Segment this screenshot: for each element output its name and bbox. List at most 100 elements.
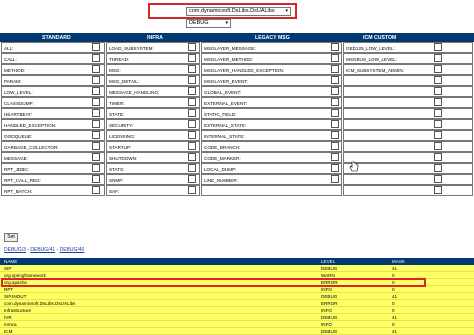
filter-checkbox[interactable] [92,131,100,139]
filter-checkbox[interactable] [331,131,339,139]
table-row[interactable]: SIP DEBUG 41 [0,265,474,272]
filter-checkbox[interactable] [188,109,196,117]
filter-checkbox[interactable] [331,109,339,117]
filter-checkbox[interactable] [434,131,442,139]
filter-row: HEARTBEAT: STATE: STATIC_FIELD: [0,108,474,119]
logger-mask: 41 [392,266,398,271]
filter-checkbox[interactable] [188,186,196,194]
filter-checkbox[interactable] [331,153,339,161]
filter-checkbox[interactable] [331,87,339,95]
filter-checkbox[interactable] [331,98,339,106]
filter-checkbox[interactable] [331,54,339,62]
table-row[interactable]: com.dynamicsoft.DsLibs.DsUALibs ERROR 0 [0,300,474,307]
filter-cell [343,130,473,141]
logger-mask: 0 [392,308,395,313]
filter-label: STATS: [109,167,125,172]
filter-row: CALL: THREAD: MSGLAYER_METHOD: MSGBUS_LOW_L… [0,53,474,64]
column-header-legacy-msg: LEGACY MSG [255,35,290,41]
table-row[interactable]: ICM DEBUG 41 [0,328,474,335]
service-select[interactable]: com.dynamicsoft.DsLibs.DsUALibs ▾ [186,7,291,16]
filter-cell: EXTERNAL_EVENT: [201,97,342,108]
filter-checkbox[interactable] [188,54,196,62]
filter-cell: HANDLED_EXCEPTION: [1,119,105,130]
logger-level: INFO [321,308,332,313]
filter-row: METHOD: MSG: MSGLAYER_HANDLED_EXCEPTION: IC… [0,64,474,75]
filter-checkbox[interactable] [434,153,442,161]
filter-row: CLASSDUMP: TIMER: EXTERNAL_EVENT: [0,97,474,108]
filter-checkbox[interactable] [434,76,442,84]
level-select[interactable]: DEBUG ▾ [186,19,231,28]
filter-label: LOAD_SUBSYSTEM: [109,46,154,51]
filter-checkbox[interactable] [434,142,442,150]
table-row[interactable]: Infrastructure INFO 0 [0,307,474,314]
filter-checkbox[interactable] [188,131,196,139]
filter-checkbox[interactable] [92,98,100,106]
filter-checkbox[interactable] [188,65,196,73]
filter-checkbox[interactable] [188,76,196,84]
filter-checkbox[interactable] [92,87,100,95]
filter-checkbox[interactable] [434,65,442,73]
filter-checkbox[interactable] [92,120,100,128]
filter-checkbox[interactable] [331,43,339,51]
filter-checkbox[interactable] [434,120,442,128]
filter-checkbox[interactable] [92,43,100,51]
filter-checkbox[interactable] [434,164,442,172]
filter-checkbox[interactable] [188,142,196,150]
filter-cell: MSGLAYER_EVENT: [201,75,342,86]
filter-checkbox[interactable] [188,98,196,106]
breadcrumb-link-3[interactable]: DEBUG/40 [60,247,85,253]
filter-cell: CLASSDUMP: [1,97,105,108]
column-header-standard: STANDARD [42,35,71,41]
table-row[interactable]: SIP.INOUT DEBUG 41 [0,293,474,300]
filter-label: EXTERNAL_EVENT: [204,101,247,106]
filter-checkbox[interactable] [92,164,100,172]
filter-cell: STATIC_FIELD: [201,108,342,119]
filter-checkbox[interactable] [92,175,100,183]
filter-checkbox[interactable] [434,54,442,62]
filter-checkbox[interactable] [331,65,339,73]
filter-cell [343,75,473,86]
filter-checkbox[interactable] [434,175,442,183]
filter-cell: LOAD_SUBSYSTEM: [106,42,200,53]
filter-checkbox[interactable] [188,120,196,128]
filter-checkbox[interactable] [331,175,339,183]
filter-checkbox[interactable] [331,142,339,150]
filter-label: MSG_DETAIL: [109,79,140,84]
filter-checkbox[interactable] [188,164,196,172]
filter-checkbox[interactable] [188,87,196,95]
filter-checkbox[interactable] [92,142,100,150]
filter-checkbox[interactable] [434,186,442,194]
filter-checkbox[interactable] [92,54,100,62]
filter-checkbox[interactable] [434,43,442,51]
filter-cell: STATS: [106,163,200,174]
filter-checkbox[interactable] [92,153,100,161]
set-button[interactable]: Set [4,233,18,242]
filter-cell: MSG: [106,64,200,75]
filter-cell: SECURITY: [106,119,200,130]
filter-checkbox[interactable] [434,98,442,106]
filter-checkbox[interactable] [331,120,339,128]
filter-checkbox[interactable] [92,76,100,84]
filter-cell: STARTUP: [106,141,200,152]
filter-checkbox[interactable] [331,164,339,172]
breadcrumb-link-2[interactable]: DEBUG/41 [30,247,55,253]
service-label: Serv Mgr [160,8,181,14]
filter-checkbox[interactable] [188,175,196,183]
filter-checkbox[interactable] [331,76,339,84]
filter-checkbox[interactable] [434,109,442,117]
filter-label: INTERNAL_STATE: [204,134,245,139]
filter-cell: ICM_SUBSYSTEM_ADMIN: [343,64,473,75]
filter-label: MSGLAYER_EVENT: [204,79,248,84]
filter-checkbox[interactable] [92,186,100,194]
filter-checkbox[interactable] [434,87,442,95]
logger-highlight-box [1,278,426,287]
filter-checkbox[interactable] [188,153,196,161]
table-row[interactable]: RPT INFO 0 [0,286,474,293]
table-row[interactable]: IVR DEBUG 41 [0,314,474,321]
filter-checkbox[interactable] [92,109,100,117]
breadcrumb-link-1[interactable]: DEBUG/3 [4,247,26,253]
filter-checkbox[interactable] [188,43,196,51]
filter-checkbox[interactable] [92,65,100,73]
table-row[interactable]: mmca INFO 0 [0,321,474,328]
filter-cell: TIMER: [106,97,200,108]
